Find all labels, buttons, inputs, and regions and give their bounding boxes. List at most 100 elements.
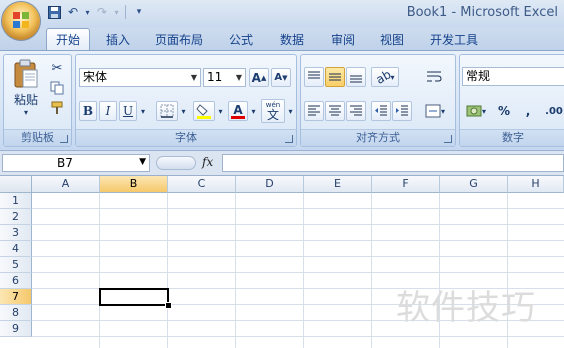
align-bottom-button[interactable] — [346, 67, 366, 87]
redo-icon[interactable]: ↷ — [94, 4, 110, 20]
increase-decimal-button[interactable]: .00 — [542, 101, 564, 121]
fill-bucket-icon — [196, 104, 211, 119]
shrink-font-button[interactable]: A ▼ — [271, 68, 291, 87]
row-header-1[interactable]: 1 — [0, 193, 32, 209]
font-color-button[interactable]: A — [228, 101, 248, 121]
name-box-dropdown-icon[interactable]: ▼ — [139, 157, 146, 167]
align-bottom-icon — [350, 75, 362, 83]
font-size-combo[interactable]: 11 ▼ — [203, 68, 246, 87]
format-painter-button[interactable] — [48, 99, 66, 117]
tab-view[interactable]: 视图 — [380, 31, 404, 48]
redo-dropdown-icon[interactable]: ▾ — [113, 4, 120, 20]
decrease-indent-button[interactable] — [371, 101, 391, 121]
active-cell-b7[interactable] — [99, 288, 169, 306]
column-header-a[interactable]: A — [32, 176, 100, 193]
font-launcher-icon[interactable] — [285, 135, 293, 143]
column-header-e[interactable]: E — [304, 176, 372, 193]
alignment-launcher-icon[interactable] — [444, 135, 452, 143]
bold-button[interactable]: B — [79, 101, 97, 121]
column-header-b[interactable]: B — [100, 176, 168, 193]
font-name-dropdown-icon[interactable]: ▼ — [188, 69, 200, 86]
italic-label: I — [105, 104, 111, 118]
copy-button[interactable] — [48, 79, 66, 97]
column-header-g[interactable]: G — [440, 176, 508, 193]
office-button[interactable] — [2, 2, 40, 40]
row-header-3[interactable]: 3 — [0, 225, 32, 241]
orientation-button[interactable]: ab ▾ — [371, 67, 399, 87]
column-header-f[interactable]: F — [372, 176, 440, 193]
fill-color-dropdown-icon[interactable]: ▾ — [216, 101, 225, 121]
accounting-format-button[interactable]: ▾ — [462, 101, 490, 121]
tab-insert[interactable]: 插入 — [106, 31, 130, 48]
tab-formulas[interactable]: 公式 — [229, 31, 253, 48]
column-header-h[interactable]: H — [508, 176, 564, 193]
underline-label: U — [122, 104, 134, 118]
undo-dropdown-icon[interactable]: ▾ — [84, 4, 91, 20]
row-header-8[interactable]: 8 — [0, 305, 32, 321]
quick-access-toolbar: ↶ ▾ ↷ ▾ ▾ — [46, 4, 147, 20]
grow-font-label: A — [251, 70, 261, 85]
formula-bar-handle[interactable] — [156, 156, 196, 170]
shrink-font-label: A — [274, 72, 283, 83]
fill-color-button[interactable] — [193, 101, 215, 121]
merge-center-button[interactable]: ▾ — [421, 101, 449, 121]
row-header-7[interactable]: 7 — [0, 289, 32, 305]
ribbon: 粘贴 ▾ ✂ 剪贴板 宋体 ▼ 11 ▼ A ▲ A ▼ B I U ▾ ▾ ▾… — [0, 51, 564, 151]
number-format-combo[interactable]: 常规 — [462, 67, 564, 86]
row-header-4[interactable]: 4 — [0, 241, 32, 257]
row-header-6[interactable]: 6 — [0, 273, 32, 289]
phonetic-guide-button[interactable]: wén 文 — [261, 99, 285, 123]
font-name-combo[interactable]: 宋体 ▼ — [79, 68, 201, 87]
gridline — [32, 224, 564, 225]
font-color-dropdown-icon[interactable]: ▾ — [249, 101, 258, 121]
decrease-indent-icon — [375, 105, 387, 116]
font-size-dropdown-icon[interactable]: ▼ — [233, 69, 245, 86]
column-header-d[interactable]: D — [236, 176, 304, 193]
borders-icon — [160, 104, 174, 118]
grow-font-button[interactable]: A ▲ — [249, 68, 269, 87]
tab-data[interactable]: 数据 — [280, 31, 304, 48]
paste-icon — [14, 59, 38, 88]
tab-review[interactable]: 审阅 — [331, 31, 355, 48]
insert-function-button[interactable]: fx — [202, 155, 213, 169]
wrap-text-button[interactable] — [423, 67, 445, 87]
ribbon-tabs: 开始 插入 页面布局 公式 数据 审阅 视图 开发工具 — [0, 28, 564, 51]
column-header-c[interactable]: C — [168, 176, 236, 193]
cut-button[interactable]: ✂ — [48, 59, 66, 77]
gridline — [32, 272, 564, 273]
clipboard-launcher-icon[interactable] — [60, 135, 68, 143]
percent-label: % — [497, 104, 511, 118]
watermark-text: 软件技巧 — [396, 288, 536, 328]
formula-input[interactable] — [222, 154, 564, 172]
row-header-9[interactable]: 9 — [0, 321, 32, 337]
paste-button[interactable]: 粘贴 ▾ — [8, 59, 44, 117]
gridline — [303, 193, 304, 348]
number-format-value: 常规 — [466, 69, 491, 83]
percent-style-button[interactable]: % — [494, 101, 514, 121]
align-right-button[interactable] — [346, 101, 366, 121]
borders-dropdown-icon[interactable]: ▾ — [179, 101, 188, 121]
row-header-5[interactable]: 5 — [0, 257, 32, 273]
tab-home[interactable]: 开始 — [46, 28, 91, 50]
align-top-button[interactable] — [304, 67, 324, 87]
align-middle-button[interactable] — [325, 67, 345, 87]
comma-style-button[interactable]: , — [518, 101, 538, 121]
italic-button[interactable]: I — [99, 101, 117, 121]
customize-qat-icon[interactable]: ▾ — [131, 4, 147, 20]
borders-button[interactable] — [156, 101, 178, 121]
align-center-button[interactable] — [325, 101, 345, 121]
tab-developer[interactable]: 开发工具 — [430, 31, 478, 48]
row-header-2[interactable]: 2 — [0, 209, 32, 225]
increase-indent-button[interactable] — [392, 101, 412, 121]
select-all-corner[interactable] — [0, 176, 32, 193]
tab-page-layout[interactable]: 页面布局 — [155, 31, 203, 48]
underline-button[interactable]: U — [119, 101, 137, 121]
align-left-button[interactable] — [304, 101, 324, 121]
orientation-icon: ab — [373, 67, 393, 87]
underline-dropdown-icon[interactable]: ▾ — [138, 101, 148, 121]
fill-handle[interactable] — [165, 302, 172, 309]
save-icon[interactable] — [46, 4, 62, 20]
phonetic-dropdown-icon[interactable]: ▾ — [286, 101, 295, 121]
undo-icon[interactable]: ↶ — [65, 4, 81, 20]
name-box[interactable]: B7 ▼ — [2, 154, 150, 172]
